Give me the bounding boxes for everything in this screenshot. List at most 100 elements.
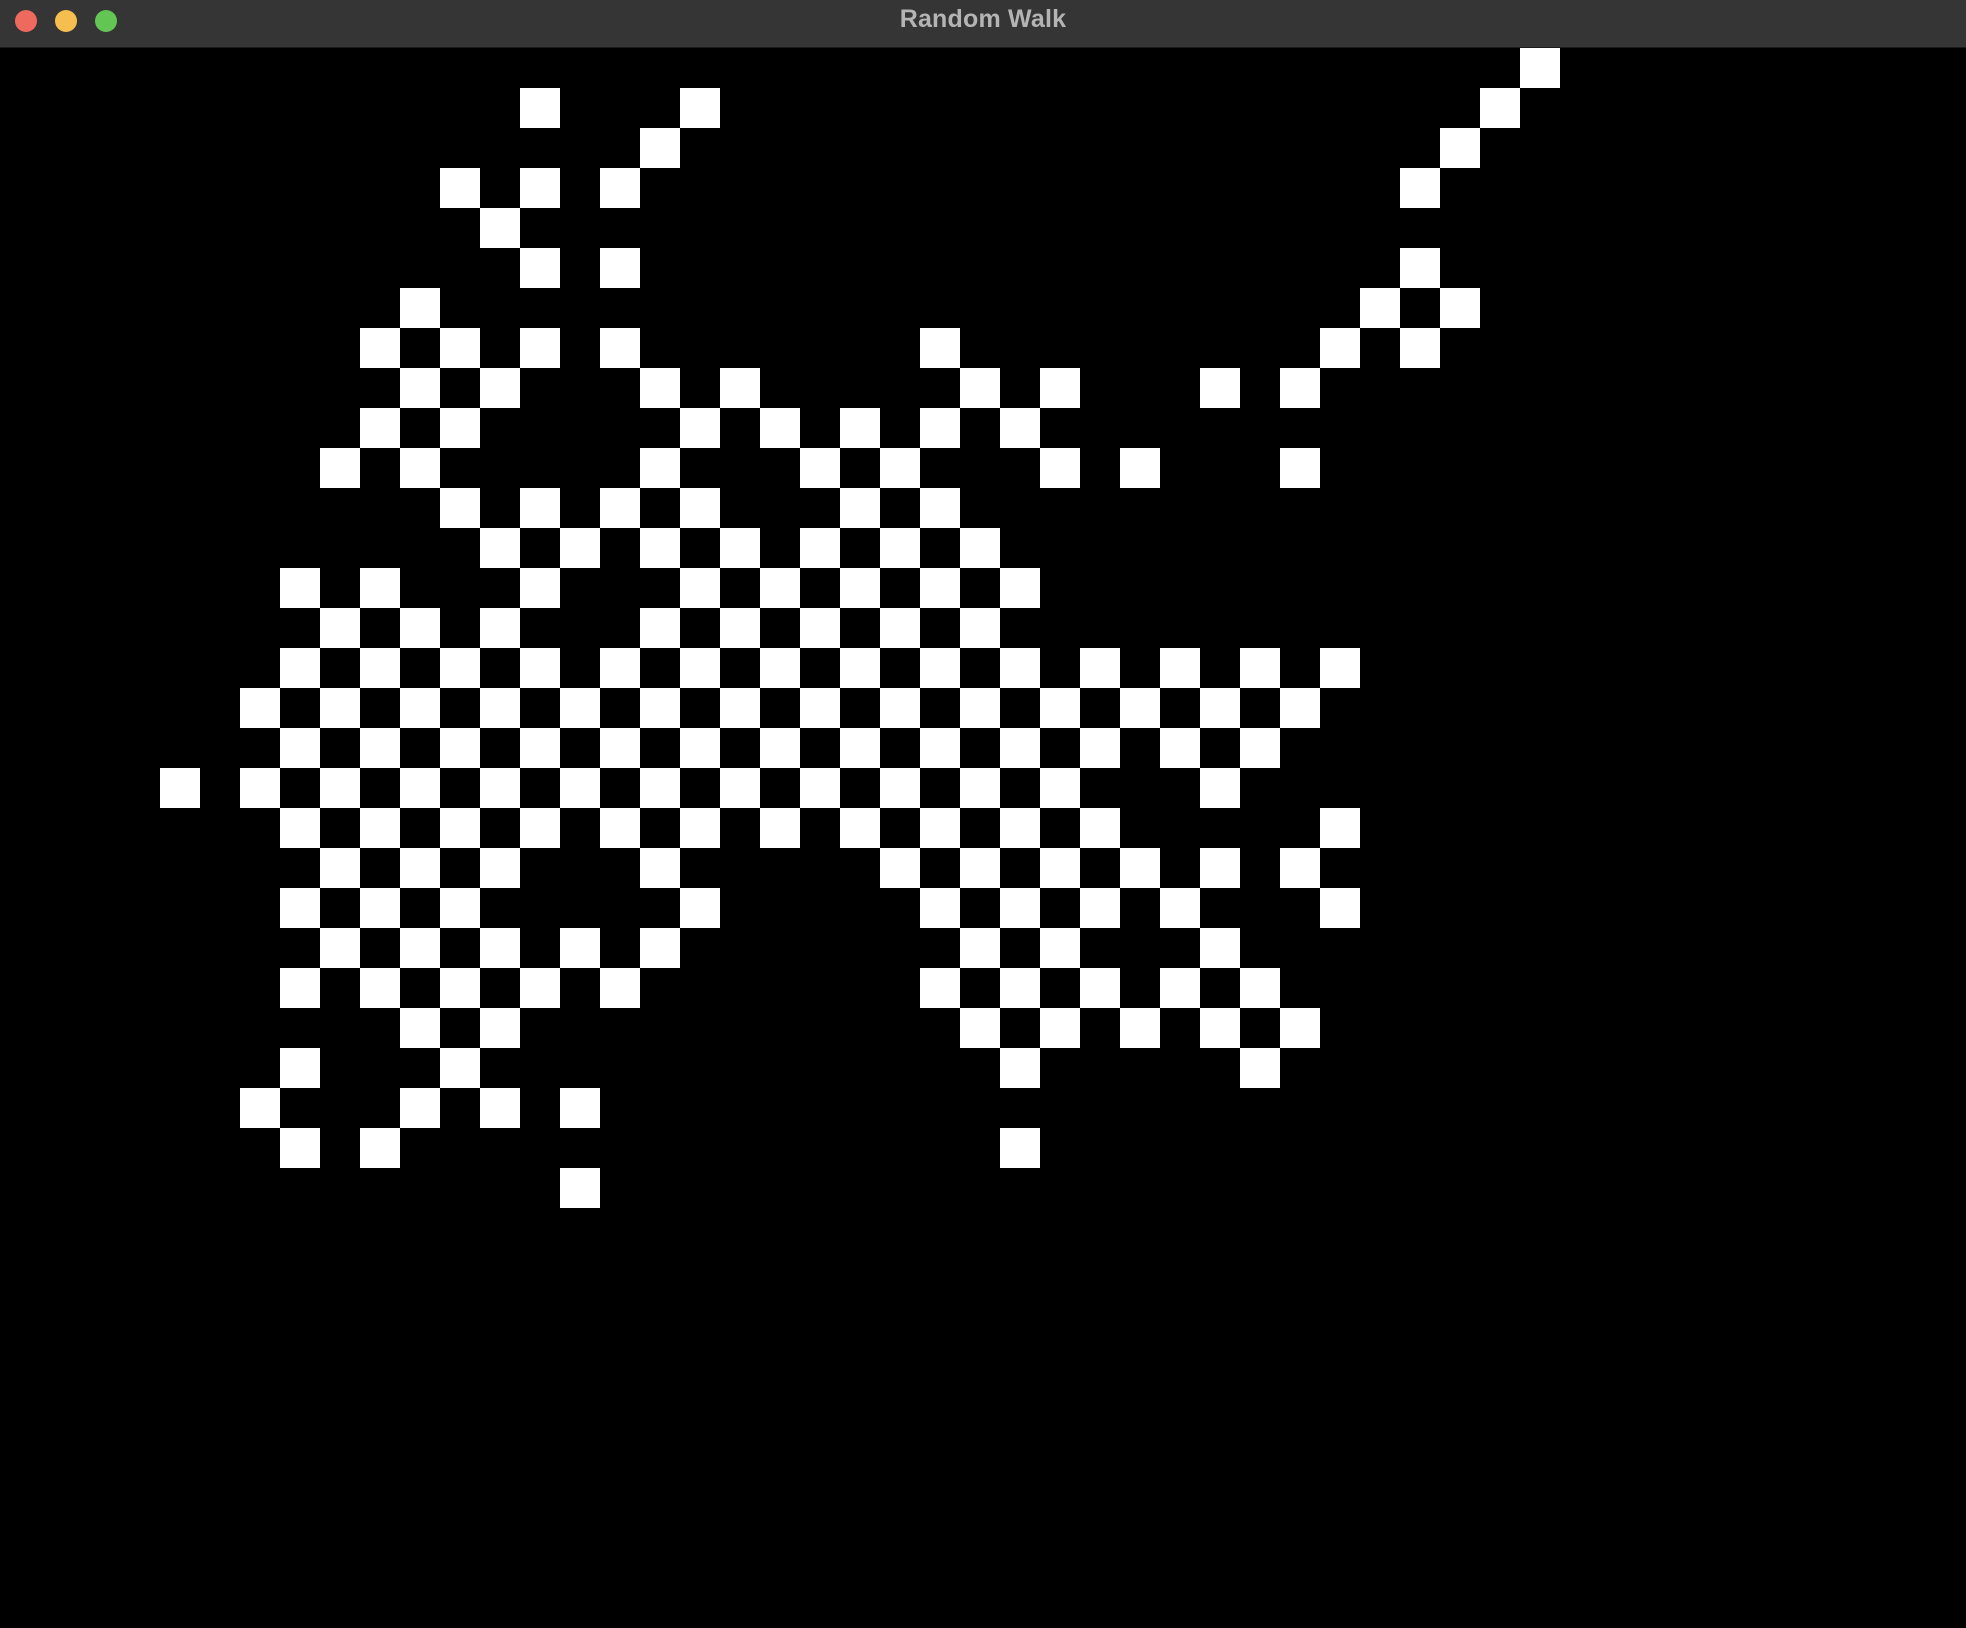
visited-cell [1440, 288, 1480, 328]
visited-cell [520, 248, 560, 288]
visited-cell [920, 488, 960, 528]
visited-cell [920, 808, 960, 848]
visited-cell [400, 848, 440, 888]
visited-cell [720, 768, 760, 808]
visited-cell [560, 1168, 600, 1208]
visited-cell [480, 208, 520, 248]
visited-cell [1400, 248, 1440, 288]
visited-cell [1280, 1008, 1320, 1048]
visited-cell [360, 968, 400, 1008]
visited-cell [600, 968, 640, 1008]
visited-cell [920, 888, 960, 928]
visited-cell [880, 768, 920, 808]
visited-cell [440, 168, 480, 208]
visited-cell [440, 888, 480, 928]
visited-cell [1200, 768, 1240, 808]
visited-cell [640, 608, 680, 648]
visited-cell [1080, 968, 1120, 1008]
visited-cell [520, 88, 560, 128]
visited-cell [400, 768, 440, 808]
visited-cell [560, 768, 600, 808]
visited-cell [1000, 888, 1040, 928]
visited-cell [320, 768, 360, 808]
visited-cell [1320, 648, 1360, 688]
visited-cell [640, 128, 680, 168]
visited-cell [240, 688, 280, 728]
visited-cell [720, 688, 760, 728]
visited-cell [360, 808, 400, 848]
visited-cell [280, 888, 320, 928]
visited-cell [920, 408, 960, 448]
visited-cell [1320, 328, 1360, 368]
visited-cell [400, 448, 440, 488]
visited-cell [400, 608, 440, 648]
visited-cell [520, 488, 560, 528]
visited-cell [360, 1128, 400, 1168]
visited-cell [960, 528, 1000, 568]
visited-cell [680, 88, 720, 128]
visited-cell [320, 928, 360, 968]
visited-cell [720, 608, 760, 648]
visited-cell [480, 528, 520, 568]
visited-cell [1000, 408, 1040, 448]
visited-cell [1040, 768, 1080, 808]
visited-cell [760, 648, 800, 688]
visited-cell [560, 528, 600, 568]
visited-cell [1120, 848, 1160, 888]
visited-cell [880, 608, 920, 648]
visited-cell [360, 648, 400, 688]
visited-cell [1160, 888, 1200, 928]
visited-cell [560, 928, 600, 968]
visited-cell [1040, 368, 1080, 408]
visited-cell [440, 728, 480, 768]
visited-cell [480, 608, 520, 648]
visited-cell [600, 488, 640, 528]
visited-cell [1200, 928, 1240, 968]
visited-cell [600, 728, 640, 768]
visited-cell [1040, 848, 1080, 888]
visited-cell [1320, 888, 1360, 928]
visited-cell [640, 768, 680, 808]
visited-cell [1000, 1128, 1040, 1168]
visited-cell [360, 408, 400, 448]
visited-cell [1360, 288, 1400, 328]
title-bar[interactable]: Random Walk [0, 0, 1966, 48]
visited-cell [680, 648, 720, 688]
visited-cell [640, 848, 680, 888]
visited-cell [720, 528, 760, 568]
visited-cell [520, 968, 560, 1008]
visited-cell [920, 568, 960, 608]
visited-cell [520, 168, 560, 208]
visited-cell [280, 568, 320, 608]
visited-cell [480, 848, 520, 888]
visited-cell [1080, 648, 1120, 688]
visited-cell [1080, 728, 1120, 768]
visited-cell [1240, 648, 1280, 688]
visited-cell [520, 328, 560, 368]
visited-cell [680, 408, 720, 448]
visited-cell [1000, 1048, 1040, 1088]
visited-cell [400, 288, 440, 328]
visited-cell [960, 928, 1000, 968]
visited-cell [1000, 808, 1040, 848]
visited-cell [1000, 648, 1040, 688]
visited-cell [800, 448, 840, 488]
visited-cell [680, 488, 720, 528]
visited-cell [640, 368, 680, 408]
visited-cell [400, 688, 440, 728]
visited-cell [760, 408, 800, 448]
visited-cell [800, 688, 840, 728]
visited-cell [1000, 568, 1040, 608]
visited-cell [1280, 848, 1320, 888]
visited-cell [240, 768, 280, 808]
visited-cell [360, 568, 400, 608]
visited-cell [440, 328, 480, 368]
visited-cell [1280, 448, 1320, 488]
visited-cell [520, 728, 560, 768]
visited-cell [880, 848, 920, 888]
visited-cell [1280, 368, 1320, 408]
visited-cell [320, 448, 360, 488]
visited-cell [840, 808, 880, 848]
visited-cell [600, 808, 640, 848]
visited-cell [600, 248, 640, 288]
